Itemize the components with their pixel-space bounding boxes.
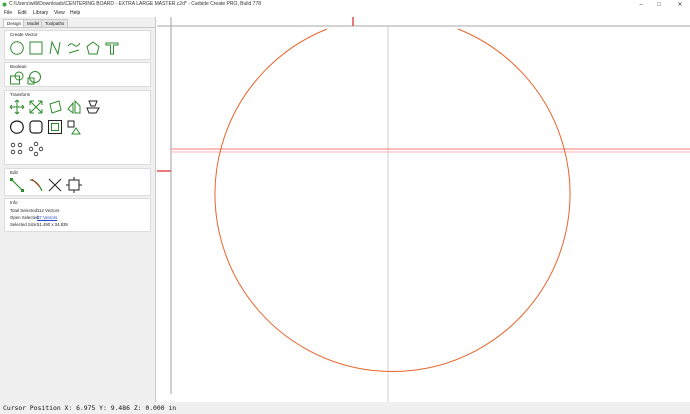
canvas-drawing (157, 17, 690, 402)
array-icon[interactable] (9, 141, 25, 157)
title-bar: C:\Users\willi\Downloads\CENTERING BOARD… (0, 0, 690, 9)
align-icon[interactable] (66, 119, 82, 135)
rectangle-icon[interactable] (28, 40, 44, 56)
menu-bar: File Edit Library View Help (0, 9, 690, 17)
offset-icon[interactable] (28, 119, 44, 135)
trim-icon[interactable] (28, 177, 44, 193)
app-logo-icon (2, 2, 7, 7)
node-edit-icon[interactable] (9, 177, 25, 193)
transform-panel: Transform (4, 90, 151, 165)
bounding-box-icon[interactable] (66, 177, 82, 193)
window-title: C:\Users\willi\Downloads\CENTERING BOARD… (9, 1, 262, 7)
text-icon[interactable] (104, 40, 120, 56)
minimize-button[interactable]: – (634, 0, 648, 9)
edit-title: Edit (10, 170, 18, 175)
open-selected-label: Open Selected: (10, 215, 40, 220)
boolean-panel: Boolean (4, 62, 151, 87)
move-icon[interactable] (9, 99, 25, 115)
total-selected-label: Total Selected: (10, 208, 39, 213)
menu-view[interactable]: View (54, 10, 65, 16)
maximize-button[interactable]: □ (652, 0, 666, 9)
menu-file[interactable]: File (4, 10, 12, 16)
circular-array-icon[interactable] (28, 141, 44, 157)
tab-divider (0, 27, 155, 28)
cursor-position: Cursor Position X: 6.975 Y: 9.486 Z: 0.0… (3, 404, 177, 412)
rotate-icon[interactable] (47, 99, 63, 115)
menu-library[interactable]: Library (33, 10, 48, 16)
polyline-icon[interactable] (66, 40, 82, 56)
union-icon[interactable] (9, 70, 25, 86)
inset-icon[interactable] (47, 119, 63, 135)
cut-icon[interactable] (47, 177, 63, 193)
edit-panel: Edit (4, 168, 151, 196)
transform-title: Transform (10, 92, 31, 97)
info-panel: Info Total Selected: 112 Vectors Open Se… (4, 198, 151, 232)
mirror-icon[interactable] (66, 99, 82, 115)
total-selected-value: 112 Vectors (37, 208, 60, 213)
shear-icon[interactable] (85, 99, 101, 115)
menu-help[interactable]: Help (70, 10, 80, 16)
tab-toolpaths[interactable]: Toolpaths (41, 19, 69, 27)
design-canvas[interactable] (157, 17, 690, 402)
close-button[interactable]: ✕ (673, 0, 687, 9)
circle-icon[interactable] (9, 40, 25, 56)
scale-icon[interactable] (28, 99, 44, 115)
selected-size-label: Selected Size: (10, 222, 38, 227)
smooth-icon[interactable] (9, 119, 25, 135)
status-bar: Cursor Position X: 6.975 Y: 9.486 Z: 0.0… (0, 402, 690, 414)
polygon-icon[interactable] (85, 40, 101, 56)
open-selected-link[interactable]: 57 Vectors (37, 215, 57, 220)
boolean-title: Boolean (10, 64, 27, 69)
intersect-icon[interactable] (26, 70, 42, 86)
create-vector-panel: Create Vector (4, 30, 151, 60)
info-title: Info (10, 200, 18, 205)
menu-edit[interactable]: Edit (18, 10, 27, 16)
create-vector-title: Create Vector (10, 32, 38, 37)
curve-icon[interactable] (47, 40, 63, 56)
design-sidebar: Design Model Toolpaths Create Vector Boo… (0, 17, 156, 402)
tab-design[interactable]: Design (3, 19, 26, 27)
selected-size-value: 51.490 x 34.839 (37, 222, 68, 227)
